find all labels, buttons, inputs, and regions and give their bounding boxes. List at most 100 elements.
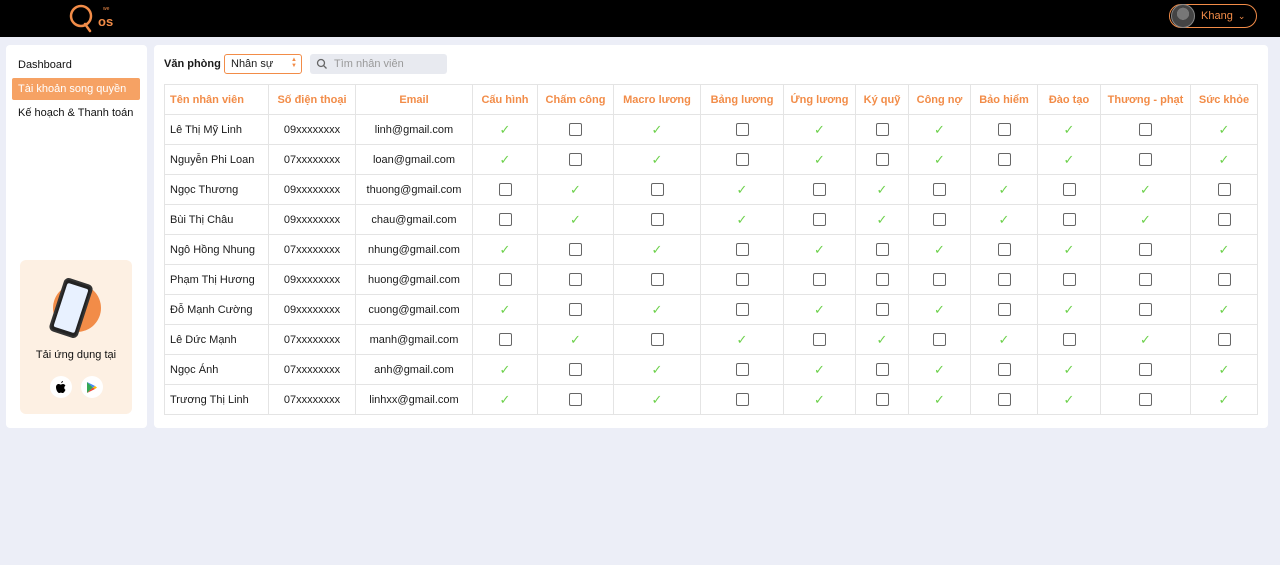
- checkmark-icon[interactable]: ✓: [652, 392, 663, 408]
- checkmark-icon[interactable]: ✓: [737, 182, 748, 198]
- checkmark-icon[interactable]: ✓: [814, 152, 825, 168]
- permission-checkbox[interactable]: [1139, 123, 1152, 136]
- checkmark-icon[interactable]: ✓: [934, 362, 945, 378]
- sidebar-item-dashboard[interactable]: Dashboard: [12, 54, 140, 76]
- apple-store-icon[interactable]: [50, 376, 72, 398]
- checkmark-icon[interactable]: ✓: [877, 332, 888, 348]
- permission-checkbox[interactable]: [997, 303, 1011, 316]
- permission-checkbox[interactable]: [997, 363, 1011, 376]
- checkmark-icon[interactable]: ✓: [500, 242, 511, 258]
- checkmark-icon[interactable]: ✓: [652, 362, 663, 378]
- permission-checkbox[interactable]: [875, 363, 889, 376]
- permission-checkbox[interactable]: [569, 393, 582, 406]
- permission-checkbox[interactable]: [498, 213, 512, 226]
- checkmark-icon[interactable]: ✓: [934, 302, 945, 318]
- permission-checkbox[interactable]: [498, 183, 512, 196]
- permission-checkbox[interactable]: [1217, 183, 1231, 196]
- checkmark-icon[interactable]: ✓: [1219, 362, 1230, 378]
- checkmark-icon[interactable]: ✓: [1140, 332, 1151, 348]
- checkmark-icon[interactable]: ✓: [1064, 362, 1075, 378]
- permission-checkbox[interactable]: [650, 333, 664, 346]
- checkmark-icon[interactable]: ✓: [570, 182, 581, 198]
- permission-checkbox[interactable]: [569, 243, 582, 256]
- permission-checkbox[interactable]: [1217, 273, 1231, 286]
- checkmark-icon[interactable]: ✓: [570, 332, 581, 348]
- permission-checkbox[interactable]: [735, 393, 749, 406]
- permission-checkbox[interactable]: [650, 273, 664, 286]
- permission-checkbox[interactable]: [1062, 183, 1076, 196]
- checkmark-icon[interactable]: ✓: [500, 302, 511, 318]
- checkmark-icon[interactable]: ✓: [1219, 242, 1230, 258]
- search-box[interactable]: [310, 54, 447, 74]
- permission-checkbox[interactable]: [1139, 273, 1152, 286]
- search-input[interactable]: [334, 58, 444, 70]
- permission-checkbox[interactable]: [997, 243, 1011, 256]
- permission-checkbox[interactable]: [813, 213, 826, 226]
- checkmark-icon[interactable]: ✓: [934, 122, 945, 138]
- permission-checkbox[interactable]: [569, 303, 582, 316]
- permission-checkbox[interactable]: [735, 153, 749, 166]
- checkmark-icon[interactable]: ✓: [1219, 392, 1230, 408]
- checkmark-icon[interactable]: ✓: [1219, 302, 1230, 318]
- checkmark-icon[interactable]: ✓: [999, 212, 1010, 228]
- checkmark-icon[interactable]: ✓: [1140, 182, 1151, 198]
- permission-checkbox[interactable]: [569, 123, 582, 136]
- checkmark-icon[interactable]: ✓: [814, 362, 825, 378]
- permission-checkbox[interactable]: [933, 333, 946, 346]
- permission-checkbox[interactable]: [813, 333, 826, 346]
- permission-checkbox[interactable]: [735, 123, 749, 136]
- permission-checkbox[interactable]: [735, 363, 749, 376]
- permission-checkbox[interactable]: [569, 273, 582, 286]
- permission-checkbox[interactable]: [875, 393, 889, 406]
- permission-checkbox[interactable]: [933, 213, 946, 226]
- sidebar-item-accounts[interactable]: Tài khoản song quyền: [12, 78, 140, 100]
- permission-checkbox[interactable]: [498, 273, 512, 286]
- checkmark-icon[interactable]: ✓: [500, 362, 511, 378]
- checkmark-icon[interactable]: ✓: [934, 152, 945, 168]
- permission-checkbox[interactable]: [650, 213, 664, 226]
- permission-checkbox[interactable]: [1139, 303, 1152, 316]
- permission-checkbox[interactable]: [875, 123, 889, 136]
- checkmark-icon[interactable]: ✓: [934, 392, 945, 408]
- checkmark-icon[interactable]: ✓: [814, 242, 825, 258]
- permission-checkbox[interactable]: [933, 273, 946, 286]
- checkmark-icon[interactable]: ✓: [1219, 152, 1230, 168]
- permission-checkbox[interactable]: [1139, 153, 1152, 166]
- checkmark-icon[interactable]: ✓: [877, 182, 888, 198]
- checkmark-icon[interactable]: ✓: [1064, 302, 1075, 318]
- checkmark-icon[interactable]: ✓: [814, 122, 825, 138]
- checkmark-icon[interactable]: ✓: [877, 212, 888, 228]
- permission-checkbox[interactable]: [997, 153, 1011, 166]
- checkmark-icon[interactable]: ✓: [814, 302, 825, 318]
- checkmark-icon[interactable]: ✓: [999, 332, 1010, 348]
- checkmark-icon[interactable]: ✓: [1064, 152, 1075, 168]
- permission-checkbox[interactable]: [1139, 363, 1152, 376]
- permission-checkbox[interactable]: [569, 153, 582, 166]
- sidebar-item-plans[interactable]: Kế hoạch & Thanh toán: [12, 102, 140, 124]
- checkmark-icon[interactable]: ✓: [500, 152, 511, 168]
- checkmark-icon[interactable]: ✓: [652, 122, 663, 138]
- permission-checkbox[interactable]: [875, 273, 889, 286]
- permission-checkbox[interactable]: [1062, 213, 1076, 226]
- permission-checkbox[interactable]: [735, 273, 749, 286]
- office-select[interactable]: Nhân sự ▲ ▼: [224, 54, 302, 74]
- permission-checkbox[interactable]: [498, 333, 512, 346]
- checkmark-icon[interactable]: ✓: [737, 212, 748, 228]
- checkmark-icon[interactable]: ✓: [1064, 242, 1075, 258]
- checkmark-icon[interactable]: ✓: [999, 182, 1010, 198]
- user-menu[interactable]: Khang ⌄: [1169, 4, 1257, 28]
- permission-checkbox[interactable]: [813, 273, 826, 286]
- permission-checkbox[interactable]: [650, 183, 664, 196]
- permission-checkbox[interactable]: [1139, 393, 1152, 406]
- permission-checkbox[interactable]: [933, 183, 946, 196]
- google-play-icon[interactable]: [81, 376, 103, 398]
- permission-checkbox[interactable]: [997, 123, 1011, 136]
- checkmark-icon[interactable]: ✓: [1219, 122, 1230, 138]
- permission-checkbox[interactable]: [1139, 243, 1152, 256]
- permission-checkbox[interactable]: [569, 363, 582, 376]
- checkmark-icon[interactable]: ✓: [737, 332, 748, 348]
- permission-checkbox[interactable]: [1217, 333, 1231, 346]
- checkmark-icon[interactable]: ✓: [500, 122, 511, 138]
- permission-checkbox[interactable]: [735, 303, 749, 316]
- checkmark-icon[interactable]: ✓: [500, 392, 511, 408]
